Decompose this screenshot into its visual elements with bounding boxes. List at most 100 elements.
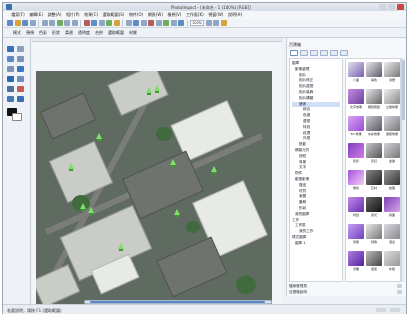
effect-thumbnail[interactable]: 石材	[366, 170, 382, 190]
effect-thumbnail[interactable]: 陰影	[348, 143, 364, 163]
move-tool-icon[interactable]	[17, 46, 24, 52]
menu-effect[interactable]: 效果(C)	[82, 12, 101, 18]
effect-thumbnail[interactable]: 混合	[384, 224, 400, 244]
aerial-photo-image[interactable]	[36, 71, 272, 309]
text-tool-icon[interactable]	[7, 76, 14, 82]
save-icon[interactable]	[22, 20, 28, 26]
effect-thumbnail[interactable]: 網頁按鈕	[366, 89, 382, 109]
effect-thumbnail[interactable]: 文字效果	[348, 89, 364, 109]
effect-thumbnail[interactable]: 金屬	[384, 143, 400, 163]
option-selection[interactable]: 選取範圍	[108, 30, 124, 36]
search-tab-icon[interactable]	[320, 49, 328, 56]
zoom-tool-icon[interactable]	[17, 66, 24, 72]
undo-icon[interactable]	[64, 20, 70, 26]
layer-tab-icon[interactable]	[310, 49, 318, 56]
effect-thumbnail[interactable]: 造型	[366, 251, 382, 271]
crop-tool-icon[interactable]	[7, 66, 14, 72]
redo-icon[interactable]	[71, 20, 78, 26]
shape-tool-icon[interactable]	[17, 86, 24, 92]
option-preview[interactable]: 預視	[26, 30, 34, 36]
menu-photo[interactable]: 相片(P)	[64, 12, 82, 18]
maximize-icon[interactable]	[388, 4, 395, 10]
paint-tool-icon[interactable]	[17, 76, 24, 82]
effect-thumbnail[interactable]: 填色	[366, 62, 382, 82]
resize-icon[interactable]	[98, 20, 105, 26]
file-manager-label[interactable]: 檔案管理員	[289, 284, 307, 289]
text-icon[interactable]	[155, 20, 162, 26]
help-label[interactable]: 百寶箱說明	[289, 290, 307, 295]
menu-window[interactable]: 視窗(W)	[206, 12, 226, 18]
effect-thumbnail[interactable]: 3D 效果	[348, 116, 364, 136]
background-color-icon[interactable]	[12, 113, 22, 121]
grid-icon[interactable]	[170, 20, 177, 26]
menu-view[interactable]: 檢視(V)	[165, 12, 183, 18]
effect-thumbnail[interactable]: 外框	[384, 251, 400, 271]
color-icon[interactable]	[113, 20, 120, 26]
file-manager-expand-icon[interactable]	[397, 284, 402, 288]
library-tab-icon[interactable]	[300, 49, 308, 56]
effect-thumbnail[interactable]: 漸層	[384, 62, 400, 82]
open-folder-icon[interactable]	[14, 20, 21, 26]
close-icon[interactable]	[397, 4, 404, 10]
tree-item[interactable]: 圖庫 1	[292, 241, 340, 247]
menu-selection[interactable]: 選取範圍(S)	[100, 12, 126, 18]
option-soft-edge[interactable]: 柔邊	[65, 30, 73, 36]
copy-icon[interactable]	[49, 20, 55, 26]
fill-tool-icon[interactable]	[7, 96, 14, 102]
effect-thumbnail[interactable]: 霓虹	[366, 143, 382, 163]
effect-thumbnail[interactable]: 邊框效果	[384, 116, 400, 136]
menu-edit[interactable]: 編輯(E)	[27, 12, 45, 18]
effect-thumbnail[interactable]: 材質	[348, 197, 364, 217]
horizontal-scroll-thumb[interactable]	[90, 301, 265, 303]
rotate-icon[interactable]	[91, 20, 97, 26]
menu-workspace[interactable]: 工作區(K)	[184, 12, 206, 18]
paste-icon[interactable]	[56, 20, 63, 26]
effect-thumbnail[interactable]: 特殊	[366, 224, 382, 244]
minimize-icon[interactable]	[379, 4, 386, 10]
print-icon[interactable]	[29, 20, 36, 26]
vertical-scrollbar[interactable]	[401, 58, 405, 282]
option-shape[interactable]: 形狀	[52, 30, 60, 36]
option-material[interactable]: 材質	[129, 30, 137, 36]
help-expand-icon[interactable]	[397, 290, 402, 294]
effect-thumbnail[interactable]: 介面	[348, 62, 364, 82]
help-icon[interactable]	[220, 20, 227, 26]
web-icon[interactable]	[133, 20, 139, 26]
frame-icon[interactable]	[140, 20, 147, 26]
menu-file[interactable]: 檔案(F)	[9, 12, 27, 18]
select-tool-icon[interactable]	[7, 56, 14, 62]
effect-thumbnail[interactable]: 浮雕	[348, 251, 364, 271]
new-file-icon[interactable]	[7, 20, 13, 26]
effect-thumbnail[interactable]: 霧面	[384, 197, 400, 217]
pointer-tool-icon[interactable]	[7, 46, 14, 52]
effect-thumbnail[interactable]: 紋理	[384, 170, 400, 190]
effect-thumbnail[interactable]: 立體效果	[384, 89, 400, 109]
menu-adjust[interactable]: 調整(A)	[45, 12, 63, 18]
option-merge[interactable]: 合併	[95, 30, 103, 36]
option-color[interactable]: 色彩	[39, 30, 47, 36]
option-transparency[interactable]: 透明度	[78, 30, 90, 36]
menu-help[interactable]: 說明(H)	[226, 12, 245, 18]
menu-object[interactable]: 物件(O)	[127, 12, 146, 18]
eyedropper-tool-icon[interactable]	[17, 96, 24, 102]
add-tab-icon[interactable]	[340, 49, 348, 56]
option-mode[interactable]: 模式	[13, 30, 21, 36]
zoom-select[interactable]: 100%	[190, 20, 204, 26]
effect-thumbnail[interactable]: 筆刷	[348, 224, 364, 244]
enhance-icon[interactable]	[106, 20, 112, 26]
lasso-tool-icon[interactable]	[17, 56, 24, 62]
cut-icon[interactable]	[41, 20, 48, 26]
view-tab-icon[interactable]	[330, 49, 338, 56]
gallery-tab-icon[interactable]	[290, 49, 298, 56]
effect-thumbnail[interactable]: 水彩效果	[366, 116, 382, 136]
zoom-out-icon[interactable]	[213, 20, 219, 26]
menu-web[interactable]: 網頁(W)	[146, 12, 166, 18]
crop-icon[interactable]	[83, 20, 90, 26]
mask-icon[interactable]	[163, 20, 169, 26]
vertical-scroll-thumb[interactable]	[402, 60, 405, 120]
effect-thumbnail[interactable]: 亮光	[366, 197, 382, 217]
layer-icon[interactable]	[125, 20, 132, 26]
export-icon[interactable]	[178, 20, 184, 26]
zoom-in-icon[interactable]	[205, 20, 212, 26]
eraser-tool-icon[interactable]	[7, 86, 14, 92]
